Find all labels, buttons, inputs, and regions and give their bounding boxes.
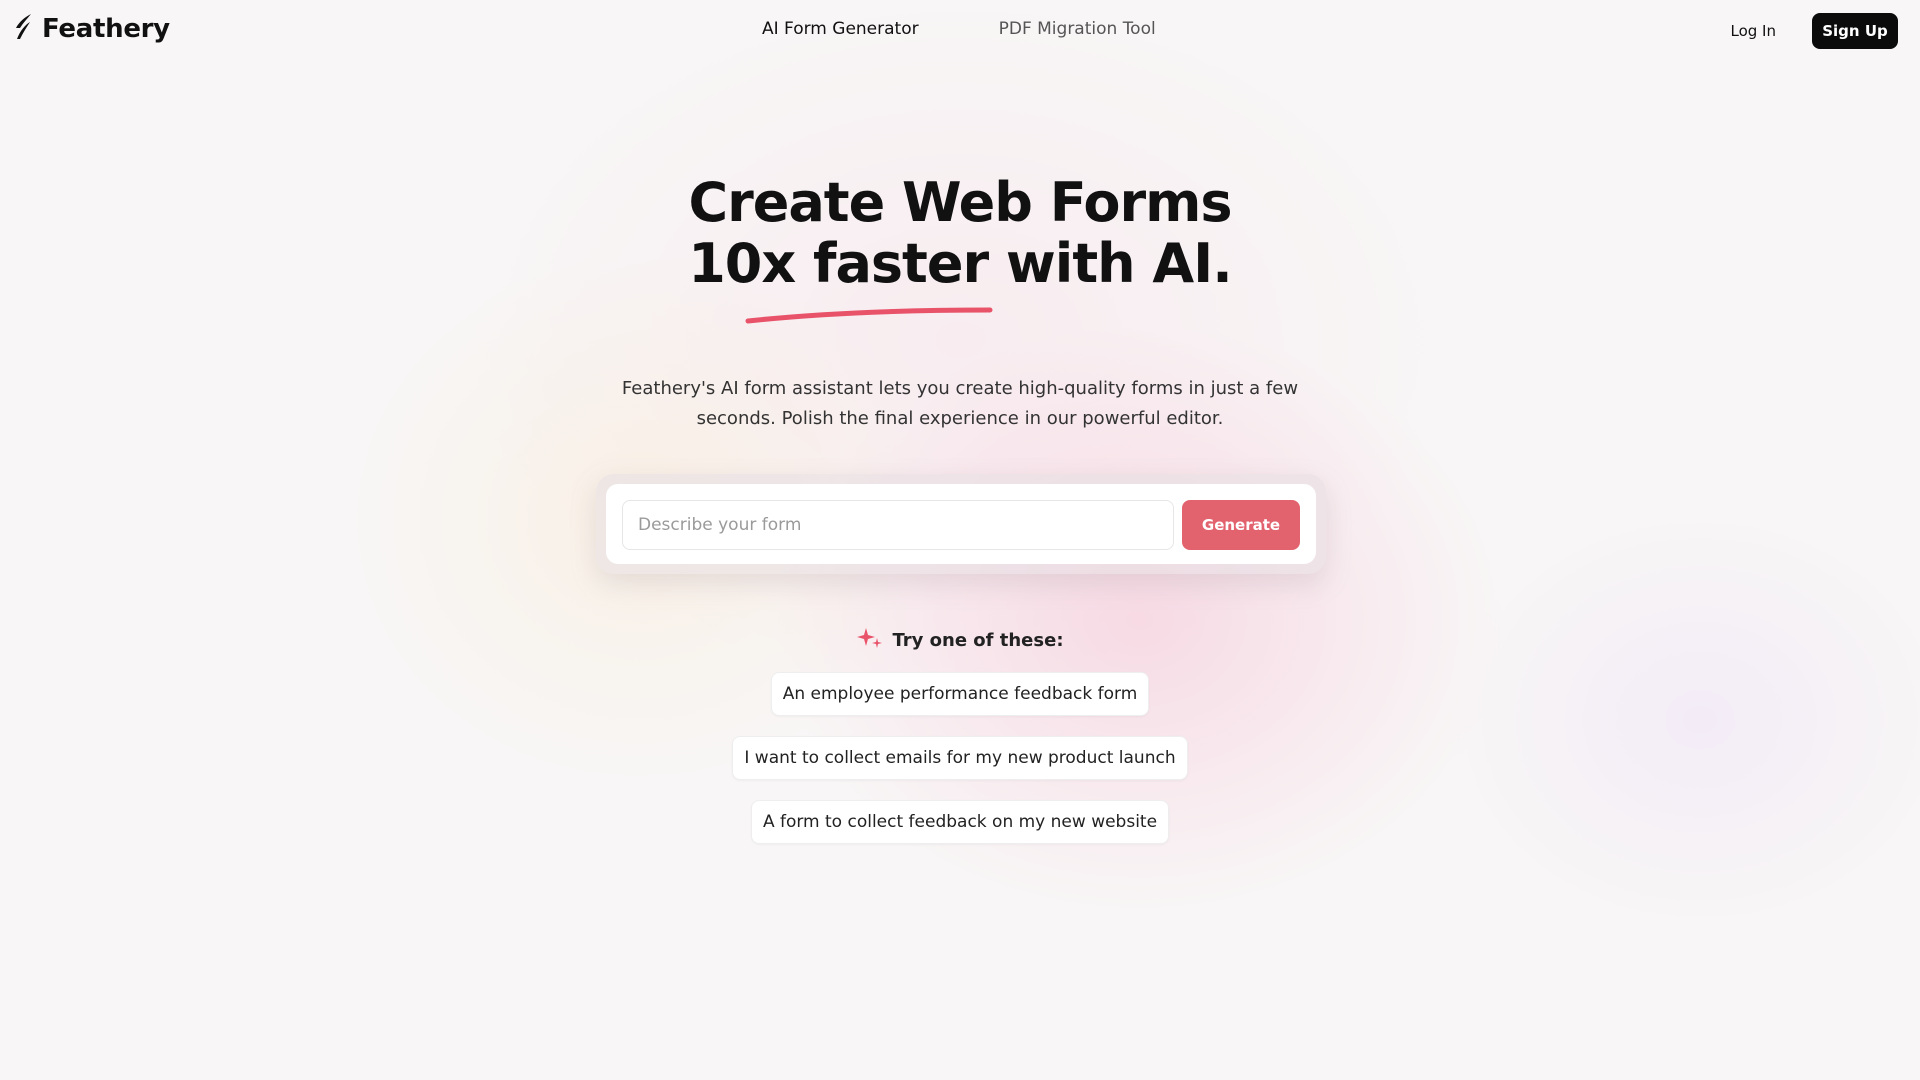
title-underline-stroke bbox=[745, 307, 993, 324]
suggestions-heading: Try one of these: bbox=[0, 624, 1920, 656]
generate-button[interactable]: Generate bbox=[1182, 500, 1300, 550]
hero-title-line1: Create Web Forms bbox=[688, 171, 1232, 234]
hero-title: Create Web Forms 10x faster with AI. bbox=[0, 172, 1920, 294]
hero-subtitle: Feathery's AI form assistant lets you cr… bbox=[560, 374, 1360, 434]
top-navigation: Feathery AI Form Generator PDF Migration… bbox=[0, 0, 1920, 60]
signup-button[interactable]: Sign Up bbox=[1812, 13, 1898, 49]
brand-logo[interactable]: Feathery bbox=[14, 12, 170, 46]
suggestion-chip[interactable]: An employee performance feedback form bbox=[770, 672, 1150, 716]
describe-form-input[interactable] bbox=[622, 500, 1174, 550]
form-prompt-panel: Generate bbox=[596, 474, 1326, 574]
sparkles-icon bbox=[856, 624, 884, 656]
login-link[interactable]: Log In bbox=[1731, 22, 1777, 40]
brand-name: Feathery bbox=[42, 14, 170, 44]
suggestions-label: Try one of these: bbox=[892, 629, 1064, 651]
nav-ai-form-generator[interactable]: AI Form Generator bbox=[762, 19, 919, 39]
hero-subtitle-line2: seconds. Polish the final experience in … bbox=[696, 408, 1224, 429]
auth-actions: Log In Sign Up bbox=[1731, 13, 1898, 49]
hero-title-line2: 10x faster with AI. bbox=[688, 232, 1233, 295]
hero-subtitle-line1: Feathery's AI form assistant lets you cr… bbox=[621, 378, 1299, 399]
nav-pdf-migration-tool[interactable]: PDF Migration Tool bbox=[999, 19, 1156, 39]
suggestion-chip[interactable]: A form to collect feedback on my new web… bbox=[750, 800, 1170, 844]
suggestion-chip[interactable]: I want to collect emails for my new prod… bbox=[732, 736, 1188, 780]
form-prompt-card: Generate bbox=[606, 484, 1316, 564]
suggestion-list: An employee performance feedback form I … bbox=[0, 672, 1920, 844]
main-nav: AI Form Generator PDF Migration Tool bbox=[762, 19, 1156, 39]
feather-logo-icon bbox=[14, 13, 34, 45]
